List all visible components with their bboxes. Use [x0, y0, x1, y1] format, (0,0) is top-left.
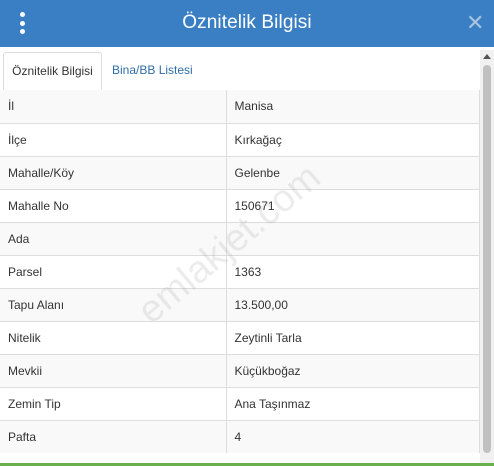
attribute-value: Gelenbe — [226, 155, 480, 189]
attribute-value: Ana Taşınmaz — [226, 386, 480, 420]
table-row: Mahalle No 150671 — [0, 188, 480, 222]
tab-attribute-info[interactable]: Öznitelik Bilgisi — [3, 52, 102, 90]
attribute-key: İlçe — [0, 122, 227, 156]
attribute-key: Tapu Alanı — [0, 287, 227, 321]
attribute-value: 1363 — [226, 254, 480, 288]
attribute-table: İl Manisa İlçe Kırkağaç Mahalle/Köy Gele… — [0, 90, 480, 453]
title-bar: Öznitelik Bilgisi ✕ — [0, 0, 494, 47]
attribute-key: Ada — [0, 221, 227, 255]
vertical-scrollbar[interactable] — [480, 50, 494, 466]
attribute-value: 4 — [226, 419, 480, 453]
table-row: Tapu Alanı 13.500,00 — [0, 287, 480, 321]
attribute-table-container: İl Manisa İlçe Kırkağaç Mahalle/Köy Gele… — [0, 90, 480, 466]
close-icon[interactable]: ✕ — [466, 12, 484, 34]
attribute-key: Mahalle No — [0, 188, 227, 222]
tab-bar: Öznitelik Bilgisi Bina/BB Listesi — [0, 47, 494, 91]
table-row: Mevkii Küçükboğaz — [0, 353, 480, 387]
table-row: Parsel 1363 — [0, 254, 480, 288]
scroll-up-arrow-icon[interactable] — [483, 54, 491, 59]
table-row: Mahalle/Köy Gelenbe — [0, 155, 480, 189]
table-row: Ada — [0, 221, 480, 255]
tab-building-list[interactable]: Bina/BB Listesi — [104, 52, 204, 90]
attribute-key: Nitelik — [0, 320, 227, 354]
table-row: Nitelik Zeytinli Tarla — [0, 320, 480, 354]
attribute-info-window: Öznitelik Bilgisi ✕ Öznitelik Bilgisi Bi… — [0, 0, 494, 466]
table-row: Pafta 4 — [0, 419, 480, 453]
table-row: Zemin Tip Ana Taşınmaz — [0, 386, 480, 420]
attribute-key: Mevkii — [0, 353, 227, 387]
attribute-value: Küçükboğaz — [226, 353, 480, 387]
attribute-value: Zeytinli Tarla — [226, 320, 480, 354]
attribute-value: 150671 — [226, 188, 480, 222]
table-row: İlçe Kırkağaç — [0, 122, 480, 156]
window-title: Öznitelik Bilgisi — [182, 12, 312, 33]
attribute-key: Pafta — [0, 419, 227, 453]
attribute-key: Zemin Tip — [0, 386, 227, 420]
attribute-value: Kırkağaç — [226, 122, 480, 156]
attribute-key: Parsel — [0, 254, 227, 288]
attribute-value — [226, 221, 480, 255]
scroll-thumb[interactable] — [483, 65, 491, 453]
attribute-key: İl — [0, 90, 227, 123]
table-row: İl Manisa — [0, 90, 480, 123]
attribute-key: Mahalle/Köy — [0, 155, 227, 189]
attribute-value: 13.500,00 — [226, 287, 480, 321]
attribute-value: Manisa — [226, 90, 480, 123]
